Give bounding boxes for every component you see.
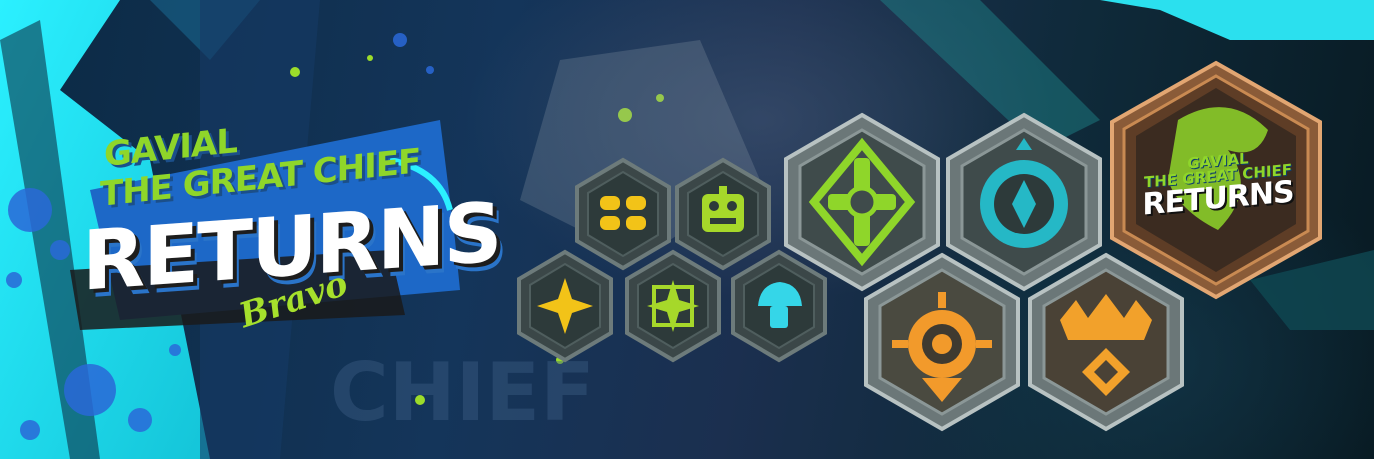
emblem-title: GAVIAL THE GREAT CHIEF RETURNS — [1138, 147, 1298, 222]
cyan-paint-stroke-right — [1100, 0, 1374, 40]
banner-title: GAVIAL THE GREAT CHIEF RETURNS Bravo — [60, 100, 501, 360]
badge-sun-bird — [862, 252, 1022, 432]
badge-star-burst — [516, 249, 614, 363]
badge-cross-star — [624, 249, 722, 363]
emblem-great-chief-returns: GAVIAL THE GREAT CHIEF RETURNS — [1108, 60, 1324, 300]
game-banner: CHIEF GAVIAL THE GREAT CHIEF RETURNS Bra… — [0, 0, 1374, 459]
cross-star-icon — [647, 280, 699, 332]
